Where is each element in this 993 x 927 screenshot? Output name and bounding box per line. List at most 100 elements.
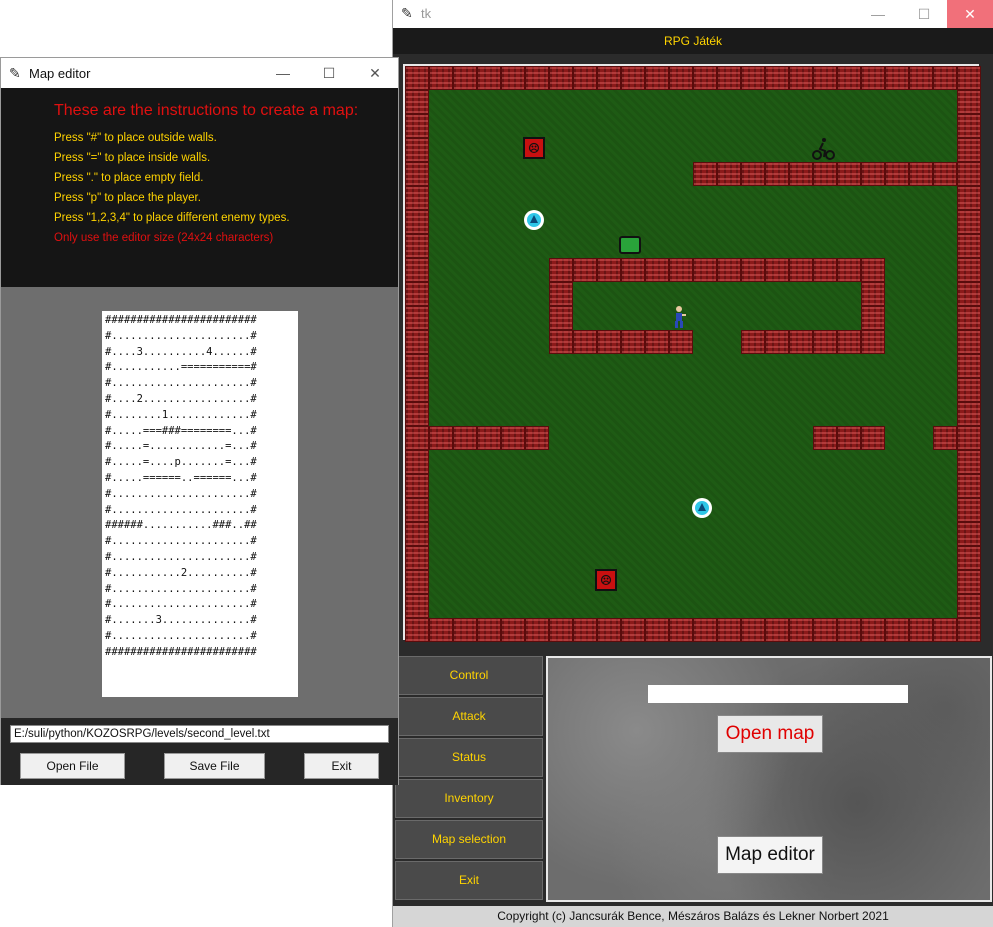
wall-tile: [957, 522, 981, 546]
wall-tile: [597, 618, 621, 642]
wall-tile: [933, 162, 957, 186]
wall-tile: [861, 306, 885, 330]
maximize-button[interactable]: ☐: [306, 58, 352, 88]
wall-tile: [909, 66, 933, 90]
wall-tile: [573, 330, 597, 354]
wall-tile: [405, 162, 429, 186]
wall-tile: [621, 66, 645, 90]
open-map-button[interactable]: Open map: [717, 715, 823, 753]
wall-tile: [645, 66, 669, 90]
enemy-black-cyclist-icon: [811, 137, 835, 161]
wall-tile: [957, 474, 981, 498]
wall-tile: [477, 66, 501, 90]
instructions-title: These are the instructions to create a m…: [54, 102, 359, 119]
map-text-line: #......................#: [105, 329, 257, 342]
wall-tile: [957, 234, 981, 258]
instruction-line: Press "." to place empty field.: [54, 172, 204, 184]
close-button[interactable]: ✕: [352, 58, 398, 88]
wall-tile: [405, 186, 429, 210]
map-text-line: #......................#: [105, 550, 257, 563]
wall-tile: [957, 546, 981, 570]
map-text-line: ########################: [105, 645, 257, 658]
map-text-line: #........1.............#: [105, 408, 257, 421]
close-button[interactable]: ✕: [947, 0, 993, 28]
map-text-line: #......................#: [105, 503, 257, 516]
feather-icon: ✎: [9, 65, 21, 81]
editor-titlebar[interactable]: ✎ Map editor — ☐ ✕: [1, 58, 398, 88]
wall-tile: [717, 66, 741, 90]
wall-tile: [837, 330, 861, 354]
attack-button[interactable]: Attack: [395, 697, 543, 736]
map-text-line: #......................#: [105, 598, 257, 611]
wall-tile: [669, 330, 693, 354]
map-text-editor[interactable]: ######################## #...............…: [102, 311, 298, 697]
copyright-footer: Copyright (c) Jancsurák Bence, Mészáros …: [393, 906, 993, 927]
size-warning: Only use the editor size (24x24 characte…: [54, 232, 274, 244]
wall-tile: [573, 258, 597, 282]
wall-tile: [957, 426, 981, 450]
wall-tile: [909, 618, 933, 642]
wall-tile: [837, 258, 861, 282]
file-path-input[interactable]: E:/suli/python/KOZOSRPG/levels/second_le…: [10, 725, 389, 743]
wall-tile: [501, 66, 525, 90]
wall-tile: [813, 258, 837, 282]
wall-tile: [405, 258, 429, 282]
wall-tile: [909, 162, 933, 186]
wall-tile: [741, 258, 765, 282]
map-text-line: #.....=....p.......=...#: [105, 456, 257, 469]
map-name-input[interactable]: [648, 685, 908, 703]
wall-tile: [957, 354, 981, 378]
wall-tile: [645, 330, 669, 354]
wall-tile: [405, 234, 429, 258]
wall-tile: [813, 66, 837, 90]
control-button[interactable]: Control: [395, 656, 543, 695]
map-editor-button[interactable]: Map editor: [717, 836, 823, 874]
wall-tile: [957, 114, 981, 138]
exit-button[interactable]: Exit: [395, 861, 543, 900]
wall-tile: [765, 66, 789, 90]
minimize-button[interactable]: —: [855, 0, 901, 28]
map-text-line: #...........2..........#: [105, 566, 257, 579]
wall-tile: [621, 258, 645, 282]
wall-tile: [573, 618, 597, 642]
status-button[interactable]: Status: [395, 738, 543, 777]
wall-tile: [765, 258, 789, 282]
game-map-canvas[interactable]: ☹ ☹: [403, 64, 981, 642]
wall-tile: [669, 66, 693, 90]
wall-tile: [429, 426, 453, 450]
map-text-line: #.....=............=...#: [105, 440, 257, 453]
instruction-line: Press "=" to place inside walls.: [54, 152, 211, 164]
wall-tile: [693, 258, 717, 282]
wall-tile: [429, 618, 453, 642]
wall-tile: [957, 498, 981, 522]
wall-tile: [549, 258, 573, 282]
wall-tile: [861, 162, 885, 186]
editor-exit-button[interactable]: Exit: [304, 753, 379, 779]
wall-tile: [861, 618, 885, 642]
wall-tile: [741, 162, 765, 186]
wall-tile: [789, 66, 813, 90]
open-file-button[interactable]: Open File: [20, 753, 125, 779]
map-text-line: #......................#: [105, 377, 257, 390]
wall-tile: [549, 282, 573, 306]
wall-tile: [957, 618, 981, 642]
wall-tile: [957, 66, 981, 90]
wall-tile: [429, 66, 453, 90]
wall-tile: [405, 594, 429, 618]
wall-tile: [453, 426, 477, 450]
inventory-button[interactable]: Inventory: [395, 779, 543, 818]
enemy-cyan-icon: [523, 209, 545, 231]
minimize-button[interactable]: —: [260, 58, 306, 88]
editor-window-title: Map editor: [29, 66, 91, 81]
wall-tile: [549, 330, 573, 354]
wall-tile: [861, 66, 885, 90]
maximize-button[interactable]: ☐: [901, 0, 947, 28]
save-file-button[interactable]: Save File: [164, 753, 265, 779]
wall-tile: [765, 330, 789, 354]
wall-tile: [525, 426, 549, 450]
game-titlebar[interactable]: ✎ tk — ☐ ✕: [393, 0, 993, 28]
wall-tile: [789, 162, 813, 186]
wall-tile: [549, 66, 573, 90]
map-selection-button[interactable]: Map selection: [395, 820, 543, 859]
wall-tile: [813, 426, 837, 450]
